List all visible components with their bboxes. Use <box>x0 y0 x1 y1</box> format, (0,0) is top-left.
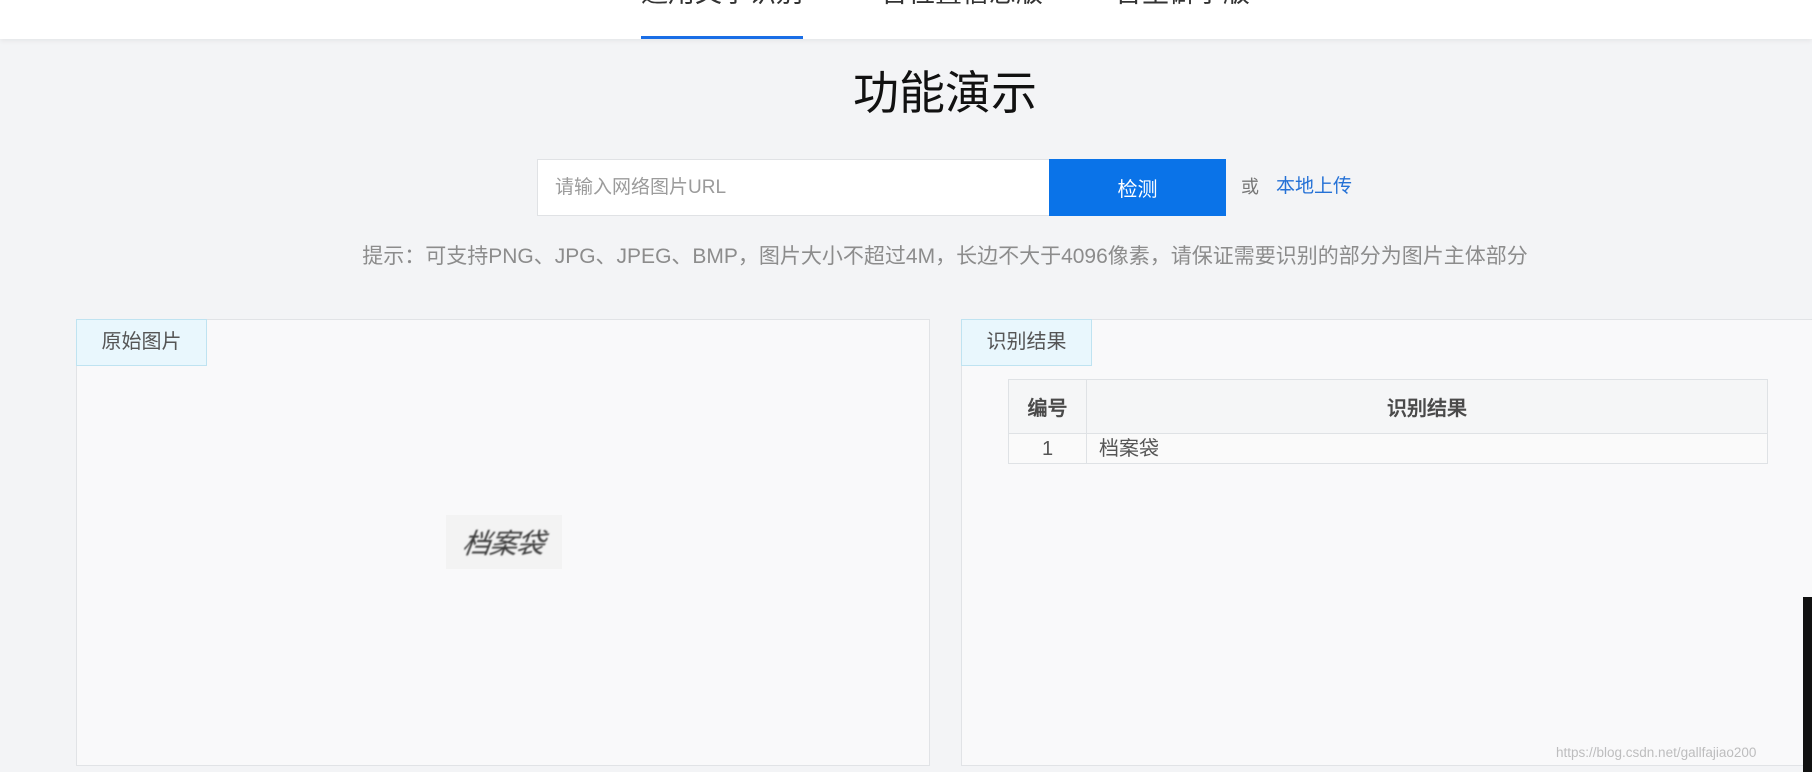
cell-index: 1 <box>1008 433 1087 464</box>
watermark: https://blog.csdn.net/gallfajiao200 <box>1556 745 1757 760</box>
original-image: 档案袋 <box>446 515 562 569</box>
result-panel: 识别结果 编号 识别结果 1 档案袋 <box>961 319 1812 766</box>
result-tab: 识别结果 <box>961 319 1092 366</box>
dark-edge-strip <box>1803 597 1812 772</box>
tab-label: 通用文字识别 <box>641 0 803 8</box>
tab-label: 含位置信息版 <box>881 0 1043 8</box>
page-title: 功能演示 <box>853 67 1037 119</box>
tab-label: 含生僻字版 <box>1115 0 1250 8</box>
image-url-input[interactable] <box>537 159 1049 216</box>
local-upload-link[interactable]: 本地上传 <box>1276 173 1352 201</box>
upload-hint: 提示：可支持PNG、JPG、JPEG、BMP，图片大小不超过4M，长边不大于40… <box>362 245 1528 268</box>
or-separator: 或 <box>1241 177 1259 197</box>
header-result: 识别结果 <box>1086 379 1768 434</box>
original-image-panel: 原始图片 档案袋 <box>76 319 930 766</box>
table-header-row: 编号 识别结果 <box>1008 379 1768 434</box>
cell-text: 档案袋 <box>1086 433 1768 464</box>
original-image-tab: 原始图片 <box>76 319 207 366</box>
result-table: 编号 识别结果 1 档案袋 <box>1008 379 1768 464</box>
header-index: 编号 <box>1008 379 1087 434</box>
original-image-text: 档案袋 <box>460 527 547 560</box>
tab-with-location[interactable]: 含位置信息版 <box>881 0 1043 39</box>
tab-rare-characters[interactable]: 含生僻字版 <box>1115 0 1250 39</box>
tab-general-ocr[interactable]: 通用文字识别 <box>641 0 803 39</box>
table-row: 1 档案袋 <box>1008 433 1768 464</box>
detect-button[interactable]: 检测 <box>1049 159 1226 216</box>
top-nav: 通用文字识别 含位置信息版 含生僻字版 <box>0 0 1812 39</box>
